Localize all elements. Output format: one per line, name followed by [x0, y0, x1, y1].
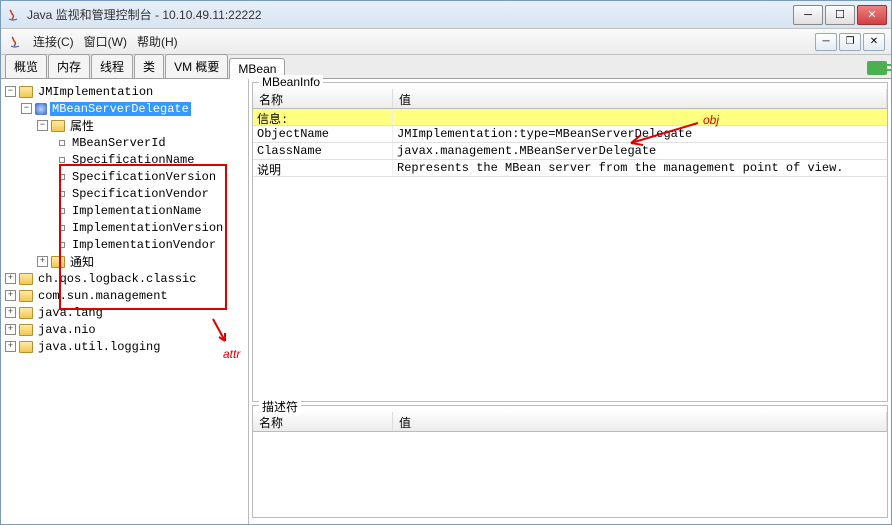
folder-icon	[19, 307, 33, 319]
tree-leaf-specificationversion[interactable]: SpecificationVersion	[3, 168, 246, 185]
info-row-info[interactable]: 信息:	[253, 109, 887, 126]
maximize-button[interactable]: ☐	[825, 5, 855, 25]
close-button[interactable]: ✕	[857, 5, 887, 25]
leaf-icon	[59, 208, 65, 214]
leaf-icon	[59, 174, 65, 180]
content-area: − JMImplementation − MBeanServerDelegate…	[1, 79, 891, 524]
expand-icon[interactable]: +	[37, 256, 48, 267]
tab-overview[interactable]: 概览	[5, 54, 47, 78]
cell-val: Represents the MBean server from the man…	[393, 160, 887, 176]
folder-icon	[19, 86, 33, 98]
expand-icon[interactable]: +	[5, 290, 16, 301]
tree-node-sunmgmt[interactable]: +com.sun.management	[3, 287, 246, 304]
info-header: 名称 值	[253, 89, 887, 109]
tree-leaf-implementationname[interactable]: ImplementationName	[3, 202, 246, 219]
mdi-close-button[interactable]: ✕	[863, 33, 885, 51]
connection-status-icon	[867, 61, 887, 75]
mdi-restore-button[interactable]: ❐	[839, 33, 861, 51]
tree-label: 通知	[68, 253, 96, 270]
expand-icon[interactable]: +	[5, 307, 16, 318]
expand-icon[interactable]: +	[5, 324, 16, 335]
tree-node-javanio[interactable]: +java.nio	[3, 321, 246, 338]
minimize-button[interactable]: ─	[793, 5, 823, 25]
window-buttons: ─ ☐ ✕	[793, 5, 887, 25]
bean-icon	[35, 103, 47, 115]
leaf-icon	[59, 140, 65, 146]
folder-icon	[19, 341, 33, 353]
tab-classes[interactable]: 类	[134, 54, 164, 78]
cell-key: ObjectName	[253, 126, 393, 142]
tree-node-jmimplementation[interactable]: − JMImplementation	[3, 83, 246, 100]
cell-key: 信息:	[253, 109, 393, 125]
info-panel: MBeanInfo 名称 值 信息: ObjectName JMImplemen…	[249, 79, 891, 524]
tree-leaf-implementationversion[interactable]: ImplementationVersion	[3, 219, 246, 236]
tab-memory[interactable]: 内存	[48, 54, 90, 78]
folder-icon	[19, 290, 33, 302]
tab-threads[interactable]: 线程	[91, 54, 133, 78]
tree-node-notifications[interactable]: + 通知	[3, 253, 246, 270]
tree-leaf-specificationname[interactable]: SpecificationName	[3, 151, 246, 168]
col-value[interactable]: 值	[393, 412, 887, 431]
tree-node-javalang[interactable]: +java.lang	[3, 304, 246, 321]
annotation-obj-label: obj	[703, 113, 719, 127]
annotation-attr-label: attr	[223, 347, 240, 361]
cell-val: javax.management.MBeanServerDelegate	[393, 143, 887, 159]
info-row-objectname[interactable]: ObjectName JMImplementation:type=MBeanSe…	[253, 126, 887, 143]
leaf-icon	[59, 191, 65, 197]
tree-label: JMImplementation	[36, 85, 155, 99]
mbeaninfo-group: MBeanInfo 名称 值 信息: ObjectName JMImplemen…	[252, 82, 888, 402]
tree-node-logback[interactable]: +ch.qos.logback.classic	[3, 270, 246, 287]
descriptor-header: 名称 值	[253, 412, 887, 432]
mbeaninfo-legend: MBeanInfo	[259, 75, 323, 89]
info-row-description[interactable]: 说明 Represents the MBean server from the …	[253, 160, 887, 177]
menu-window[interactable]: 窗口(W)	[84, 33, 127, 50]
tree-leaf-mbeanserverid[interactable]: MBeanServerId	[3, 134, 246, 151]
titlebar: Java 监视和管理控制台 - 10.10.49.11:22222 ─ ☐ ✕	[1, 1, 891, 29]
info-row-classname[interactable]: ClassName javax.management.MBeanServerDe…	[253, 143, 887, 160]
folder-icon	[19, 273, 33, 285]
menu-help[interactable]: 帮助(H)	[137, 33, 178, 50]
leaf-icon	[59, 242, 65, 248]
cell-key: ClassName	[253, 143, 393, 159]
tree-node-javalogging[interactable]: +java.util.logging	[3, 338, 246, 355]
expand-icon[interactable]: +	[5, 341, 16, 352]
tree-label-selected: MBeanServerDelegate	[50, 102, 191, 116]
java-icon	[5, 7, 21, 23]
folder-icon	[19, 324, 33, 336]
collapse-icon[interactable]: −	[5, 86, 16, 97]
mbean-tree: − JMImplementation − MBeanServerDelegate…	[1, 79, 249, 524]
collapse-icon[interactable]: −	[21, 103, 32, 114]
folder-icon	[51, 256, 65, 268]
descriptor-group: 描述符 名称 值	[252, 405, 888, 518]
collapse-icon[interactable]: −	[37, 120, 48, 131]
tab-vm-summary[interactable]: VM 概要	[165, 54, 228, 78]
tree-label: 属性	[68, 117, 96, 134]
cell-val	[393, 109, 887, 125]
cell-val: JMImplementation:type=MBeanServerDelegat…	[393, 126, 887, 142]
tree-node-attributes[interactable]: − 属性	[3, 117, 246, 134]
leaf-icon	[59, 225, 65, 231]
tree-leaf-specificationvendor[interactable]: SpecificationVendor	[3, 185, 246, 202]
folder-icon	[51, 120, 65, 132]
cell-key: 说明	[253, 160, 393, 176]
menu-connect[interactable]: 连接(C)	[33, 33, 74, 50]
menubar: 连接(C) 窗口(W) 帮助(H) ─ ❐ ✕	[1, 29, 891, 55]
expand-icon[interactable]: +	[5, 273, 16, 284]
app-window: Java 监视和管理控制台 - 10.10.49.11:22222 ─ ☐ ✕ …	[0, 0, 892, 525]
tree-node-mbeanserverdelegate[interactable]: − MBeanServerDelegate	[3, 100, 246, 117]
leaf-icon	[59, 157, 65, 163]
col-value[interactable]: 值	[393, 89, 887, 108]
col-name[interactable]: 名称	[253, 89, 393, 108]
window-title: Java 监视和管理控制台 - 10.10.49.11:22222	[27, 6, 793, 23]
mdi-minimize-button[interactable]: ─	[815, 33, 837, 51]
tabbar: 概览 内存 线程 类 VM 概要 MBean	[1, 55, 891, 79]
descriptor-legend: 描述符	[259, 398, 301, 415]
mdi-buttons: ─ ❐ ✕	[815, 33, 885, 51]
tree-leaf-implementationvendor[interactable]: ImplementationVendor	[3, 236, 246, 253]
java-icon	[7, 34, 23, 50]
